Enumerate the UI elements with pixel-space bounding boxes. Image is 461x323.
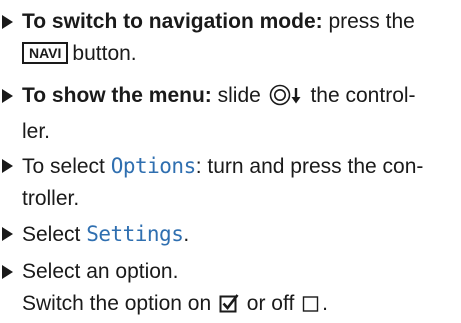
step-5-text-b: Switch the option on	[22, 292, 217, 315]
options-menu-item: Options	[110, 154, 197, 178]
step-1-text-b: button.	[72, 42, 137, 65]
triangle-bullet-icon	[2, 227, 13, 241]
checked-box-icon	[219, 291, 239, 323]
step-4-text-b: .	[183, 223, 190, 246]
step-5-text-c: or off	[240, 292, 301, 315]
step-3-text-c: troller.	[22, 187, 80, 210]
settings-menu-item: Settings	[86, 222, 184, 246]
step-4-body: Select Settings.	[22, 218, 458, 251]
step-5-text-a: Select an option.	[22, 260, 179, 283]
step-1-body: To switch to navigation mode: press the …	[22, 6, 458, 70]
navi-key-icon: NAVI	[22, 42, 69, 64]
step-4-text-a: Select	[22, 223, 87, 246]
instruction-document: To switch to navigation mode: press the …	[0, 0, 461, 315]
step-2-body: To show the menu: slide the control- ler…	[22, 80, 458, 148]
step-3-text-a: To select	[22, 155, 111, 178]
empty-box-icon	[302, 291, 320, 323]
step-1-text-a: press the	[322, 10, 415, 33]
triangle-bullet-icon	[2, 89, 13, 103]
step-3-text-b: : turn and press the con-	[195, 155, 424, 178]
step-5-text-d: .	[322, 292, 328, 315]
triangle-bullet-icon	[2, 159, 13, 173]
step-2-text-b: the control-	[304, 84, 416, 107]
step-3-body: To select Options: turn and press the co…	[22, 150, 458, 215]
step-2-heading: To show the menu:	[22, 84, 212, 107]
controller-slide-down-icon	[269, 84, 303, 116]
triangle-bullet-icon	[2, 15, 13, 29]
step-1-heading: To switch to navigation mode:	[22, 10, 323, 33]
step-2-text-c: ler.	[22, 120, 51, 143]
step-2-text-a: slide	[211, 84, 267, 107]
triangle-bullet-icon	[2, 265, 13, 279]
step-5-body: Select an option. Switch the option on o…	[22, 256, 458, 323]
